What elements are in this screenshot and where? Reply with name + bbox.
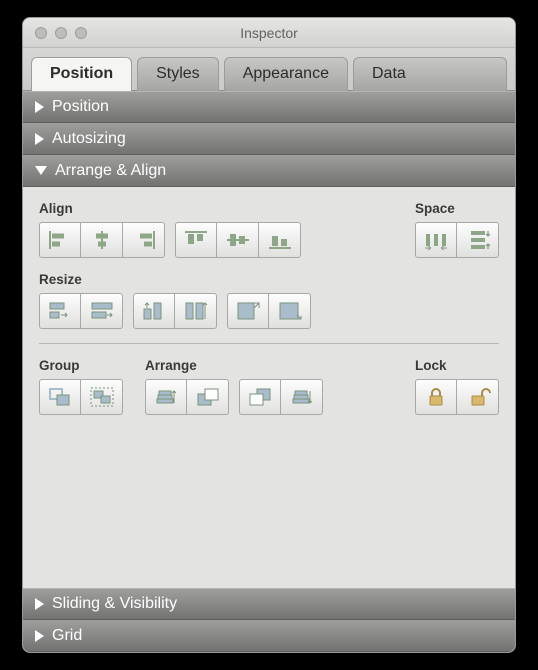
align-top-icon: [183, 229, 209, 251]
lock-label: Lock: [415, 358, 499, 373]
inspector-window: Inspector Position Styles Appearance Dat…: [22, 17, 516, 653]
tab-position[interactable]: Position: [31, 57, 132, 91]
resize-group-label: Resize: [39, 272, 311, 287]
lock-button[interactable]: [415, 379, 457, 415]
section-label: Grid: [52, 627, 82, 645]
send-to-back-button[interactable]: [281, 379, 323, 415]
section-label: Sliding & Visibility: [52, 595, 177, 613]
resize-same-height-icon: [141, 300, 167, 322]
resize-same-width-alt-icon: [89, 300, 115, 322]
resize-same-height-alt-icon: [183, 300, 209, 322]
inspector-tabs: Position Styles Appearance Data: [23, 48, 515, 91]
bring-to-front-icon: [153, 386, 179, 408]
section-arrange-align[interactable]: Arrange & Align: [23, 155, 515, 187]
section-sliding-visibility[interactable]: Sliding & Visibility: [23, 588, 515, 620]
section-label: Autosizing: [52, 130, 126, 148]
space-group-label: Space: [415, 201, 499, 216]
ungroup-button[interactable]: [81, 379, 123, 415]
send-backward-icon: [247, 386, 273, 408]
titlebar: Inspector: [23, 18, 515, 48]
distribute-h-icon: [423, 229, 449, 251]
group-icon: [47, 386, 73, 408]
zoom-window-button[interactable]: [75, 27, 87, 39]
section-label: Position: [52, 98, 109, 116]
unlock-icon: [465, 386, 491, 408]
window-controls: [23, 27, 87, 39]
align-left-icon: [47, 229, 73, 251]
resize-same-size-button[interactable]: [227, 293, 269, 329]
unlock-button[interactable]: [457, 379, 499, 415]
section-position[interactable]: Position: [23, 91, 515, 123]
group-button[interactable]: [39, 379, 81, 415]
tab-appearance[interactable]: Appearance: [224, 57, 348, 91]
bring-forward-button[interactable]: [187, 379, 229, 415]
align-center-h-icon: [89, 229, 115, 251]
send-to-back-icon: [289, 386, 315, 408]
distribute-v-icon: [465, 229, 491, 251]
bring-forward-icon: [195, 386, 221, 408]
panel-body: Position Autosizing Arrange & Align Alig…: [23, 91, 515, 652]
disclosure-right-icon: [35, 630, 44, 642]
align-center-v-icon: [225, 229, 251, 251]
ungroup-icon: [89, 386, 115, 408]
distribute-v-button[interactable]: [457, 222, 499, 258]
align-group-label: Align: [39, 201, 301, 216]
tab-data[interactable]: Data: [353, 57, 507, 91]
resize-same-size-alt-button[interactable]: [269, 293, 311, 329]
arrange-align-content: Align: [23, 187, 515, 588]
divider: [39, 343, 499, 344]
send-backward-button[interactable]: [239, 379, 281, 415]
align-center-h-button[interactable]: [81, 222, 123, 258]
tab-styles[interactable]: Styles: [137, 57, 219, 91]
align-right-icon: [131, 229, 157, 251]
align-top-button[interactable]: [175, 222, 217, 258]
window-title: Inspector: [23, 25, 515, 41]
align-center-v-button[interactable]: [217, 222, 259, 258]
align-bottom-button[interactable]: [259, 222, 301, 258]
arrange-label: Arrange: [145, 358, 323, 373]
resize-same-size-alt-icon: [277, 300, 303, 322]
resize-same-width-icon: [47, 300, 73, 322]
section-label: Arrange & Align: [55, 162, 166, 180]
bring-to-front-button[interactable]: [145, 379, 187, 415]
section-autosizing[interactable]: Autosizing: [23, 123, 515, 155]
section-grid[interactable]: Grid: [23, 620, 515, 652]
resize-same-height-button[interactable]: [133, 293, 175, 329]
group-label: Group: [39, 358, 123, 373]
align-left-button[interactable]: [39, 222, 81, 258]
disclosure-right-icon: [35, 598, 44, 610]
close-window-button[interactable]: [35, 27, 47, 39]
resize-same-width-button[interactable]: [39, 293, 81, 329]
resize-same-height-alt-button[interactable]: [175, 293, 217, 329]
disclosure-down-icon: [35, 166, 47, 175]
resize-same-width-alt-button[interactable]: [81, 293, 123, 329]
distribute-h-button[interactable]: [415, 222, 457, 258]
lock-icon: [423, 386, 449, 408]
disclosure-right-icon: [35, 101, 44, 113]
align-bottom-icon: [267, 229, 293, 251]
minimize-window-button[interactable]: [55, 27, 67, 39]
resize-same-size-icon: [235, 300, 261, 322]
align-right-button[interactable]: [123, 222, 165, 258]
disclosure-right-icon: [35, 133, 44, 145]
